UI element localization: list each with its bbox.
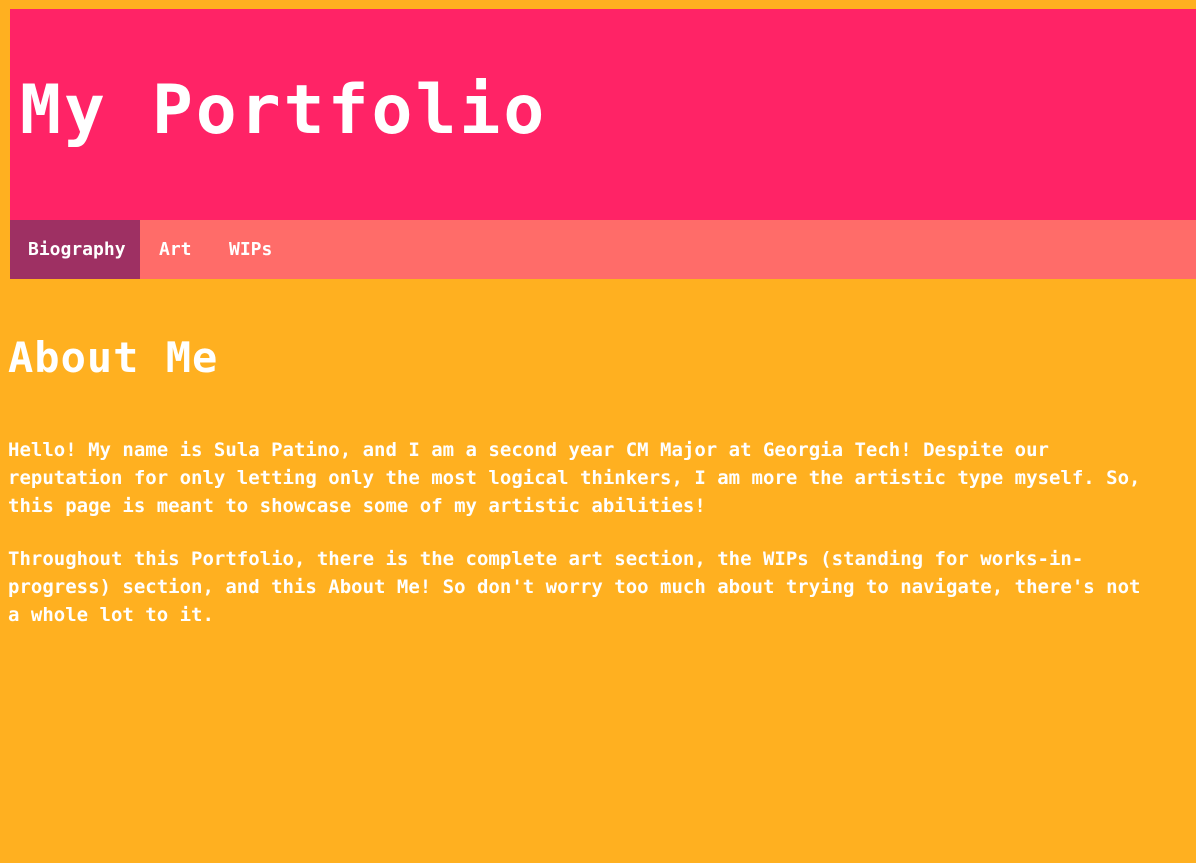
site-title: My Portfolio <box>20 71 548 150</box>
nav-item-wips[interactable]: WIPs <box>208 220 272 279</box>
nav-item-biography[interactable]: Biography <box>10 220 140 279</box>
site-header: My Portfolio <box>10 9 1196 220</box>
navigation-paragraph: Throughout this Portfolio, there is the … <box>8 548 1141 626</box>
nav-item-art[interactable]: Art <box>140 220 208 279</box>
about-content: Hello! My name is Sula Patino, and I am … <box>8 436 1148 629</box>
intro-paragraph: Hello! My name is Sula Patino, and I am … <box>8 439 1141 517</box>
main-nav: Biography Art WIPs <box>10 220 1196 279</box>
about-me-heading: About Me <box>8 333 219 382</box>
page: My Portfolio Biography Art WIPs About Me… <box>0 0 1196 863</box>
